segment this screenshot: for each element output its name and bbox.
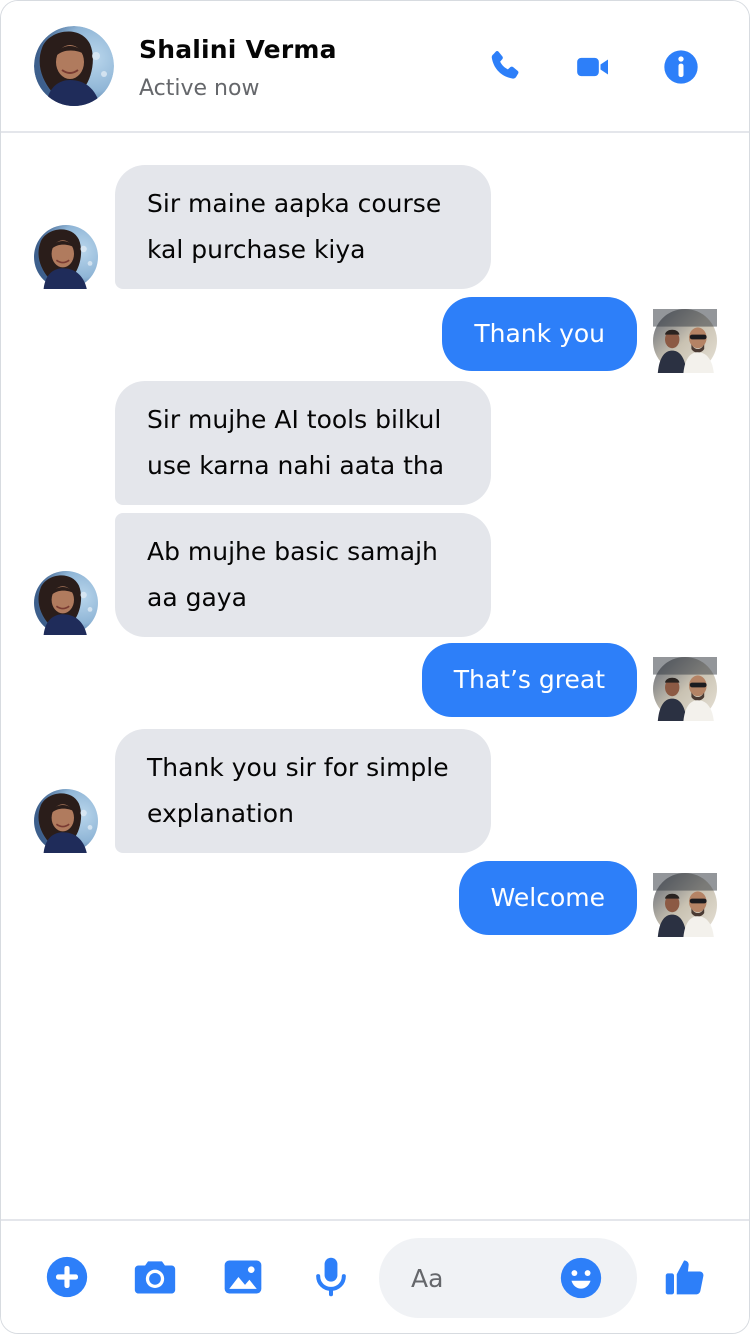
message-line: Welcome [490, 883, 605, 912]
chat-window: Shalini Verma Active now Sir maine aapka… [0, 0, 750, 1334]
incoming-message-bubble[interactable]: Sir maine aapka course kal purchase kiya [115, 165, 491, 289]
chat-header: Shalini Verma Active now [1, 1, 749, 133]
message-line: aa gaya [147, 583, 247, 612]
own-avatar[interactable] [653, 873, 717, 937]
contact-avatar[interactable] [34, 26, 114, 106]
message-line: kal purchase kiya [147, 235, 366, 264]
sender-avatar[interactable] [34, 225, 98, 289]
message-line: use karna nahi aata tha [147, 451, 445, 480]
message-composer [1, 1219, 749, 1333]
outgoing-message-bubble[interactable]: Welcome [458, 861, 637, 935]
incoming-message-bubble[interactable]: Thank you sir for simple explanation [115, 729, 491, 853]
incoming-message-bubble[interactable]: Sir mujhe AI tools bilkul use karna nahi… [115, 381, 491, 505]
camera-icon[interactable] [133, 1255, 177, 1299]
plus-icon[interactable] [45, 1255, 89, 1299]
message-input[interactable] [411, 1258, 561, 1298]
incoming-message-bubble[interactable]: Ab mujhe basic samajh aa gaya [115, 513, 491, 637]
info-icon[interactable] [661, 47, 701, 87]
sender-avatar[interactable] [34, 571, 98, 635]
message-line: Thank you sir for simple [147, 753, 449, 782]
thumbs-up-icon[interactable] [663, 1255, 707, 1299]
message-line: Sir mujhe AI tools bilkul [147, 405, 442, 434]
image-icon[interactable] [221, 1255, 265, 1299]
microphone-icon[interactable] [309, 1255, 353, 1299]
phone-icon[interactable] [485, 47, 525, 87]
sender-avatar[interactable] [34, 789, 98, 853]
own-avatar[interactable] [653, 657, 717, 721]
own-avatar[interactable] [653, 309, 717, 373]
emoji-icon[interactable] [559, 1256, 603, 1300]
outgoing-message-bubble[interactable]: Thank you [442, 297, 637, 371]
contact-status: Active now [139, 76, 260, 101]
message-line: Ab mujhe basic samajh [147, 537, 438, 566]
message-input-container[interactable] [379, 1238, 637, 1318]
contact-name[interactable]: Shalini Verma [139, 35, 337, 64]
message-line: That’s great [453, 665, 605, 694]
message-line: Sir maine aapka course [147, 189, 442, 218]
message-list[interactable]: Sir maine aapka course kal purchase kiya… [1, 133, 749, 1219]
message-line: explanation [147, 799, 294, 828]
video-camera-icon[interactable] [573, 47, 613, 87]
outgoing-message-bubble[interactable]: That’s great [421, 643, 637, 717]
message-line: Thank you [474, 319, 605, 348]
